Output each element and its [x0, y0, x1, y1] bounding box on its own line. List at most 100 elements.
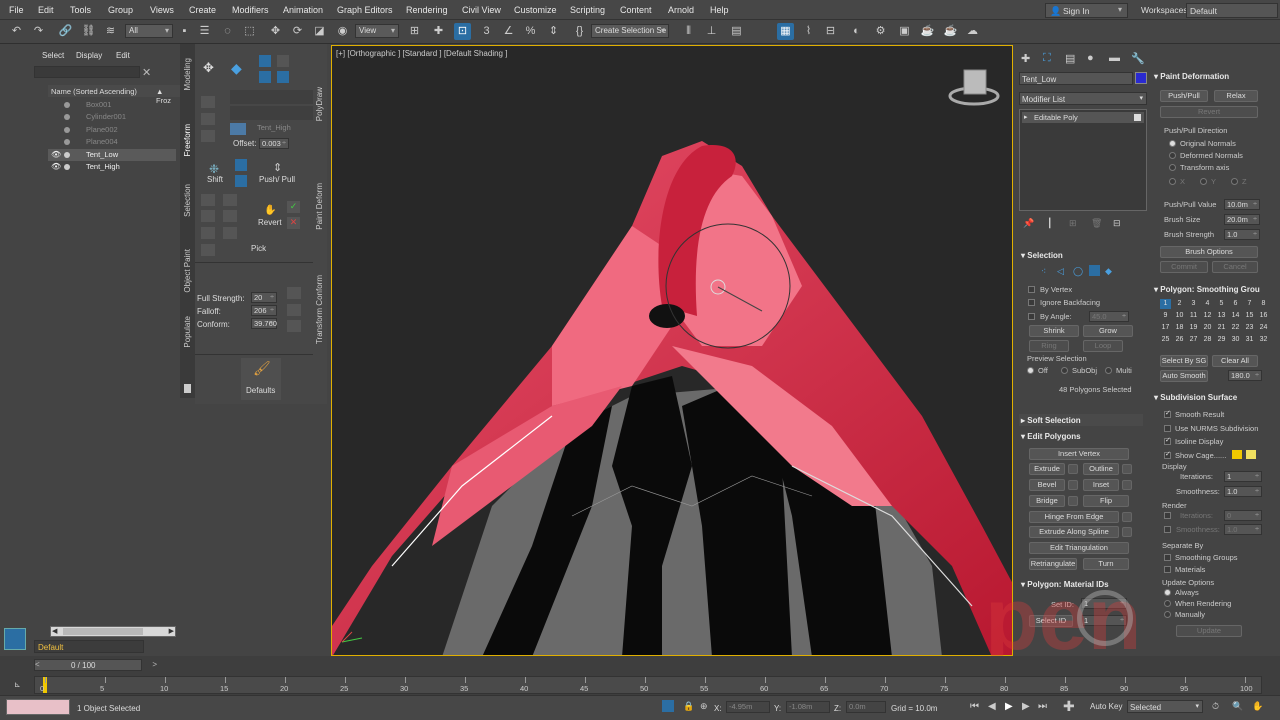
eye-icon[interactable]: 👁 — [51, 149, 61, 161]
close-icon[interactable]: ✕ — [142, 66, 151, 79]
axis-y-radio[interactable] — [1200, 178, 1207, 185]
soft-selection-rollout[interactable]: ▸ Soft Selection — [1019, 414, 1143, 426]
extrude-settings-icon[interactable] — [1068, 464, 1078, 474]
smooth-result-checkbox[interactable] — [1164, 409, 1171, 418]
workspaces-dropdown[interactable]: Default — [1186, 3, 1278, 18]
cancel-x-icon[interactable]: ✕ — [287, 217, 300, 229]
go-to-end-icon[interactable]: ⏭ — [1038, 701, 1047, 712]
maxscript-listener[interactable] — [6, 699, 70, 715]
angle-snap-icon[interactable]: ∠ — [500, 23, 517, 40]
brush-shape-icon[interactable] — [287, 304, 301, 316]
by-vertex-checkbox[interactable] — [1028, 286, 1035, 293]
column-header-row[interactable]: Name (Sorted Ascending) ▲ Froz — [48, 85, 180, 105]
materials-checkbox[interactable] — [1164, 566, 1171, 573]
vertex-mode-icon[interactable]: ⁖ — [1041, 266, 1046, 277]
link-icon[interactable]: 🔗 — [57, 23, 74, 40]
modify-tab-icon[interactable]: ⛶ — [1043, 52, 1051, 65]
preview-subobj-radio[interactable] — [1061, 367, 1068, 374]
iterations-render-spinner[interactable]: 0 — [1224, 510, 1262, 521]
auto-key-button[interactable]: Auto Key — [1090, 702, 1122, 711]
bind-space-warp-icon[interactable]: ≋ — [102, 23, 119, 40]
deformed-normals-radio[interactable] — [1169, 152, 1176, 159]
render-production-icon[interactable]: ☕ — [919, 23, 936, 40]
list-item[interactable]: 👁 Tent_Low — [48, 149, 176, 161]
time-slider-next-icon[interactable]: > — [152, 660, 157, 669]
bridge-button[interactable]: Bridge — [1029, 495, 1065, 507]
conform-spinner[interactable]: 39.760 — [251, 318, 277, 329]
brush-icon[interactable] — [223, 194, 237, 206]
smoothing-group-button[interactable]: 13 — [1216, 311, 1227, 321]
tab-transform-conform[interactable]: Transform Conform — [315, 275, 324, 344]
revert-button[interactable]: Revert — [1160, 106, 1258, 118]
smoothing-group-button[interactable]: 23 — [1244, 323, 1255, 333]
auto-smooth-spinner[interactable]: 180.0 — [1228, 370, 1262, 381]
show-end-result-icon[interactable]: ┃ — [1047, 218, 1052, 229]
axis-z-radio[interactable] — [1231, 178, 1238, 185]
undo-icon[interactable]: ↶ — [8, 23, 25, 40]
rotate-icon[interactable]: ⟳ — [289, 23, 306, 40]
list-item[interactable]: 👁 Tent_High — [48, 161, 176, 173]
material-ids-header[interactable]: ▾ Polygon: Material IDs — [1021, 580, 1109, 589]
push-pull-value-spinner[interactable]: 10.0m — [1224, 199, 1260, 210]
cancel-button[interactable]: Cancel — [1212, 261, 1258, 273]
curve-editor-icon[interactable]: ⌇ — [800, 23, 817, 40]
move-icon[interactable]: ✥ — [267, 23, 284, 40]
falloff-spinner[interactable]: 206 — [251, 305, 277, 316]
select-by-sg-button[interactable]: Select By SG — [1160, 355, 1208, 367]
track-bar[interactable]: 0 5 10 15 20 25 30 35 40 45 50 55 60 65 70 75 80 85 90 95 10… — [34, 676, 1262, 694]
tent-mesh[interactable] — [332, 46, 1013, 656]
play-icon[interactable]: ▶ — [1005, 701, 1013, 712]
paint-brush-icon[interactable]: ◆ — [231, 60, 242, 77]
smoothing-group-button[interactable]: 28 — [1202, 335, 1213, 345]
zoom-icon[interactable]: 🔍 — [1232, 701, 1243, 712]
make-unique-icon[interactable]: ⊞ — [1069, 218, 1077, 229]
layer-explorer-button[interactable] — [4, 628, 26, 650]
render-iterations-checkbox[interactable] — [1164, 512, 1171, 519]
hinge-settings-icon[interactable] — [1122, 512, 1132, 522]
smoothing-group-button[interactable]: 24 — [1258, 323, 1269, 333]
select-object-icon[interactable]: ▪ — [176, 23, 193, 40]
commit-button[interactable]: Commit — [1160, 261, 1208, 273]
menu-arnold[interactable]: Arnold — [668, 5, 694, 15]
unlink-icon[interactable]: ⛓ — [80, 23, 97, 40]
rect-selection-icon[interactable]: ◌ — [219, 23, 236, 40]
smoothing-group-button[interactable]: 8 — [1258, 299, 1269, 309]
push-pull-button[interactable]: Push/Pull — [1160, 90, 1208, 102]
tab-paint-deform[interactable]: Paint Deform — [315, 183, 324, 230]
outline-button[interactable]: Outline — [1083, 463, 1119, 475]
selection-filter-dropdown[interactable]: All — [125, 24, 173, 38]
extrude-spline-settings-icon[interactable] — [1122, 527, 1132, 537]
preview-multi-radio[interactable] — [1105, 367, 1112, 374]
relax-button[interactable]: Relax — [1214, 90, 1258, 102]
menu-views[interactable]: Views — [150, 5, 174, 15]
object-name-field[interactable]: Tent_Low — [1019, 72, 1133, 85]
smoothing-group-button[interactable]: 20 — [1202, 323, 1213, 333]
smoothing-group-button[interactable]: 31 — [1244, 335, 1255, 345]
menu-scripting[interactable]: Scripting — [570, 5, 605, 15]
target-icon[interactable] — [230, 123, 246, 135]
smoothing-group-button[interactable]: 2 — [1174, 299, 1185, 309]
menu-civil-view[interactable]: Civil View — [462, 5, 501, 15]
offset-icon[interactable] — [201, 130, 215, 142]
element-mode-icon[interactable]: ◆ — [1105, 266, 1112, 277]
iterations-display-spinner[interactable]: 1 — [1224, 471, 1262, 482]
menu-create[interactable]: Create — [189, 5, 216, 15]
configure-sets-icon[interactable]: ⊟ — [1113, 218, 1121, 229]
motion-tab-icon[interactable]: ● — [1087, 52, 1094, 64]
menu-customize[interactable]: Customize — [514, 5, 557, 15]
smoothing-group-button[interactable]: 1 — [1160, 299, 1171, 309]
material-editor-icon[interactable]: ◐ — [848, 23, 865, 40]
pivot-icon[interactable]: ⊞ — [406, 23, 423, 40]
scroll-left-icon[interactable]: ◀ — [52, 627, 57, 635]
smoothing-group-button[interactable]: 15 — [1244, 311, 1255, 321]
grow-button[interactable]: Grow — [1083, 325, 1133, 337]
loop-button[interactable]: Loop — [1083, 340, 1123, 352]
pan-icon[interactable]: ✋ — [1252, 701, 1263, 712]
turn-button[interactable]: Turn — [1083, 558, 1129, 570]
brush-icon[interactable] — [223, 227, 237, 239]
smoothing-group-button[interactable]: 30 — [1230, 335, 1241, 345]
brush-row[interactable] — [230, 106, 316, 120]
key-filter-dropdown[interactable]: Selected ▾ — [1127, 700, 1203, 713]
absolute-mode-icon[interactable]: ⊕ — [700, 701, 708, 712]
smoothing-group-button[interactable]: 21 — [1216, 323, 1227, 333]
